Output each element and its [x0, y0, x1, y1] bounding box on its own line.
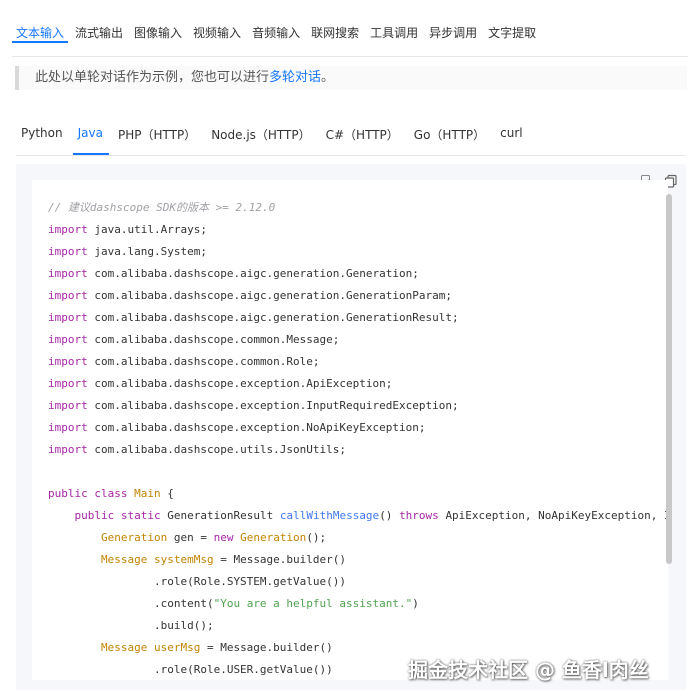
- class-name: Main: [134, 487, 161, 500]
- import-line: com.alibaba.dashscope.exception.NoApiKey…: [94, 421, 426, 434]
- top-tabs: 文本输入 流式输出 图像输入 视频输入 音频输入 联网搜索 工具调用 异步调用 …: [12, 14, 688, 57]
- tab-nodejs[interactable]: Node.js（HTTP）: [206, 120, 316, 155]
- tab-php[interactable]: PHP（HTTP）: [113, 120, 202, 155]
- builder-call: = Message.builder(): [200, 641, 333, 654]
- message-type: Message: [100, 641, 148, 654]
- note-banner: 此处以单轮对话作为示例，您也可以进行多轮对话。: [15, 66, 687, 90]
- gen-tail: ();: [306, 531, 327, 544]
- import-line: com.alibaba.dashscope.exception.ApiExcep…: [94, 377, 393, 390]
- import-keyword: import: [48, 245, 88, 258]
- code-block: // 建议dashscope SDK的版本 >= 2.12.0 import j…: [32, 180, 668, 680]
- import-keyword: import: [48, 333, 88, 346]
- tab-csharp[interactable]: C#（HTTP）: [321, 120, 405, 155]
- tab-curl[interactable]: curl: [495, 120, 528, 155]
- import-line: com.alibaba.dashscope.common.Message;: [94, 333, 340, 346]
- return-type: GenerationResult: [167, 509, 274, 522]
- note-suffix: 。: [321, 70, 335, 85]
- throws-keyword: throws: [399, 509, 439, 522]
- import-keyword: import: [48, 377, 88, 390]
- content-string: "You are a helpful assistant.": [213, 597, 413, 610]
- message-type: Message: [100, 553, 148, 566]
- method-tail: (): [379, 509, 400, 522]
- import-keyword: import: [48, 267, 88, 280]
- vertical-scrollbar[interactable]: [666, 194, 672, 564]
- gen-ctor: Generation: [240, 531, 307, 544]
- build-call: .build();: [153, 619, 214, 632]
- exceptions: ApiException, NoApiKeyException, I: [445, 509, 668, 522]
- user-msg-var: userMsg: [147, 641, 201, 654]
- import-line: java.util.Arrays;: [94, 223, 207, 236]
- import-line: com.alibaba.dashscope.common.Role;: [94, 355, 320, 368]
- tab-text-input[interactable]: 文本输入: [12, 14, 69, 43]
- tab-python[interactable]: Python: [16, 120, 69, 155]
- import-line: com.alibaba.dashscope.aigc.generation.Ge…: [94, 311, 459, 324]
- tab-streaming-output[interactable]: 流式输出: [71, 14, 127, 43]
- tab-image-input[interactable]: 图像输入: [130, 14, 186, 43]
- tab-web-search[interactable]: 联网搜索: [307, 14, 363, 43]
- builder-call: = Message.builder(): [213, 553, 347, 566]
- method-name: callWithMessage: [279, 509, 380, 522]
- import-line: java.lang.System;: [94, 245, 207, 258]
- class-keyword: class: [94, 487, 128, 500]
- import-line: com.alibaba.dashscope.exception.InputReq…: [94, 399, 459, 412]
- import-keyword: import: [48, 399, 88, 412]
- code-content: // 建议dashscope SDK的版本 >= 2.12.0 import j…: [48, 197, 668, 680]
- import-line: com.alibaba.dashscope.aigc.generation.Ge…: [94, 289, 452, 302]
- public-keyword: public: [74, 509, 115, 522]
- tab-tool-call[interactable]: 工具调用: [366, 14, 422, 43]
- tab-go[interactable]: Go（HTTP）: [409, 120, 491, 155]
- watermark: 掘金技术社区 @ 鱼香l肉丝: [408, 658, 649, 682]
- import-line: com.alibaba.dashscope.utils.JsonUtils;: [94, 443, 347, 456]
- code-comment: // 建议dashscope SDK的版本 >= 2.12.0: [48, 201, 276, 214]
- brace: {: [160, 487, 174, 500]
- role-call-partial: .role(Role.USER.getValue()): [153, 663, 333, 676]
- tab-java[interactable]: Java: [72, 120, 109, 155]
- tab-async-call[interactable]: 异步调用: [425, 14, 481, 43]
- system-msg-var: systemMsg: [147, 553, 214, 566]
- gen-type: Generation: [100, 531, 168, 544]
- role-call: .role(Role.SYSTEM.getValue()): [153, 575, 347, 588]
- import-keyword: import: [48, 421, 88, 434]
- tab-text-extraction[interactable]: 文字提取: [484, 14, 540, 43]
- note-text: 此处以单轮对话作为示例，您也可以进行: [35, 70, 270, 85]
- static-keyword: static: [120, 509, 161, 522]
- import-line: com.alibaba.dashscope.aigc.generation.Ge…: [94, 267, 419, 280]
- new-keyword: new: [213, 531, 234, 544]
- import-keyword: import: [48, 355, 88, 368]
- tab-audio-input[interactable]: 音频输入: [248, 14, 304, 43]
- import-keyword: import: [48, 311, 88, 324]
- import-keyword: import: [48, 289, 88, 302]
- multi-turn-link[interactable]: 多轮对话: [269, 70, 321, 85]
- tab-video-input[interactable]: 视频输入: [189, 14, 245, 43]
- language-tabs: Python Java PHP（HTTP） Node.js（HTTP） C#（H…: [16, 120, 686, 156]
- import-keyword: import: [48, 223, 88, 236]
- gen-var: gen =: [167, 531, 214, 544]
- content-call: .content(: [153, 597, 214, 610]
- public-keyword: public: [48, 487, 88, 500]
- import-keyword: import: [48, 443, 88, 456]
- content-close: ): [412, 597, 419, 610]
- code-panel: // 建议dashscope SDK的版本 >= 2.12.0 import j…: [16, 164, 686, 690]
